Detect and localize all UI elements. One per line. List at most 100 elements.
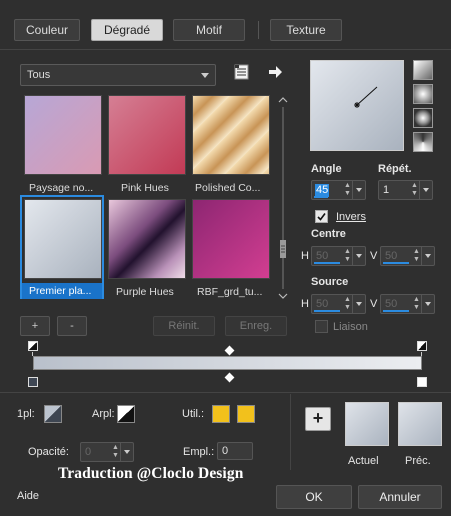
center-h-slider-fill (314, 262, 340, 264)
remove-gradient-button[interactable]: - (57, 316, 87, 336)
chevron-down-icon[interactable] (421, 295, 434, 313)
stop-tick (32, 352, 33, 356)
repeat-label: Répét. (378, 163, 412, 175)
source-label: Source (311, 276, 349, 288)
arrow-right-icon[interactable] (267, 64, 283, 80)
rectangular-style-icon[interactable] (413, 84, 433, 104)
linear-style-icon[interactable] (413, 60, 433, 80)
link-checkbox[interactable] (315, 320, 328, 333)
gradient-name: Premier pla... (22, 283, 102, 299)
location-label: Empl.: (183, 446, 215, 458)
cancel-button[interactable]: Annuler (358, 485, 442, 509)
user-color-swatch[interactable] (212, 405, 230, 423)
chevron-down-icon[interactable] (352, 247, 365, 265)
source-h-label: H (301, 298, 309, 310)
gradient-swatch[interactable] (192, 199, 270, 279)
gradient-dialog: Couleur Dégradé Motif Texture Tous Paysa… (0, 0, 451, 516)
previous-preview[interactable] (398, 402, 442, 446)
chevron-down-icon[interactable] (352, 181, 365, 199)
chevron-down-icon[interactable] (352, 295, 365, 313)
location-field[interactable]: 0 (217, 442, 253, 460)
color-stop-marker[interactable] (28, 377, 38, 387)
current-preview (345, 402, 389, 446)
fg-label: 1pl: (17, 408, 35, 420)
add-to-swatches-button[interactable]: + (305, 407, 331, 431)
tab-couleur[interactable]: Couleur (14, 19, 80, 41)
gradient-swatch[interactable] (24, 95, 102, 175)
repeat-field[interactable]: 1 ▲ ▼ (378, 180, 433, 200)
tab-motif[interactable]: Motif (173, 19, 245, 41)
color-midpoint-marker[interactable] (224, 372, 235, 383)
spin-arrows-icon[interactable]: ▲ ▼ (412, 248, 421, 264)
gradient-name: Pink Hues (121, 182, 169, 194)
chevron-down-icon[interactable] (421, 247, 434, 265)
tab-separator (258, 21, 259, 39)
radial-style-icon[interactable] (413, 108, 433, 128)
gradient-name: Purple Hues (116, 286, 174, 298)
background-stop-swatch[interactable] (117, 405, 135, 423)
spin-arrows-icon[interactable]: ▲ ▼ (410, 182, 419, 198)
spin-arrows-icon[interactable]: ▲ ▼ (111, 444, 120, 460)
gradient-swatch[interactable] (192, 95, 270, 175)
spin-arrows-icon[interactable]: ▲ ▼ (343, 248, 352, 264)
category-dropdown-value: Tous (27, 69, 51, 81)
opacity-field[interactable]: 0 ▲ ▼ (80, 442, 134, 462)
center-v-slider-fill (383, 262, 409, 264)
gradient-name: RBF_grd_tu... (197, 286, 263, 298)
source-v-label: V (370, 298, 378, 310)
center-h-label: H (301, 250, 309, 262)
header-divider (0, 49, 451, 50)
user-color-swatch[interactable] (237, 405, 255, 423)
chevron-down-icon (201, 73, 209, 78)
section-divider (0, 392, 451, 393)
opacity-midpoint-marker[interactable] (224, 345, 235, 356)
preview-divider (290, 394, 291, 470)
gradient-list-scrollbar[interactable] (278, 95, 288, 301)
angle-field[interactable]: 45 ▲ ▼ (311, 180, 366, 200)
gradient-editor-bar[interactable] (33, 356, 422, 370)
gradient-angle-preview[interactable] (310, 60, 404, 151)
gradient-swatch[interactable] (24, 199, 102, 279)
chevron-down-icon[interactable] (120, 443, 133, 461)
source-v-field[interactable]: 50 ▲ ▼ (380, 294, 435, 314)
link-label: Liaison (333, 321, 368, 333)
list-view-icon[interactable] (234, 64, 249, 80)
angle-slider-fill (314, 196, 328, 198)
spin-arrows-icon[interactable]: ▲ ▼ (412, 296, 421, 312)
center-h-field[interactable]: 50 ▲ ▼ (311, 246, 366, 266)
category-dropdown[interactable]: Tous (20, 64, 216, 86)
help-link[interactable]: Aide (17, 490, 39, 502)
sunburst-style-icon[interactable] (413, 132, 433, 152)
stop-tick (421, 352, 422, 356)
user-color-label: Util.: (182, 408, 204, 420)
ok-button[interactable]: OK (276, 485, 352, 509)
opacity-label: Opacité: (28, 446, 69, 458)
watermark-text: Traduction @Cloclo Design (58, 465, 244, 482)
angle-label: Angle (311, 163, 342, 175)
invert-label: Invers (336, 211, 366, 223)
invert-checkbox[interactable] (315, 210, 328, 223)
reset-button[interactable]: Réinit. (153, 316, 215, 336)
gradient-name: Paysage no... (29, 182, 94, 194)
save-button[interactable]: Enreg. (225, 316, 287, 336)
source-h-slider-fill (314, 310, 340, 312)
color-stop-marker[interactable] (417, 377, 427, 387)
source-h-field[interactable]: 50 ▲ ▼ (311, 294, 366, 314)
tab-degrade[interactable]: Dégradé (91, 19, 163, 41)
repeat-value: 1 (383, 184, 390, 196)
chevron-down-icon[interactable] (419, 181, 432, 199)
foreground-stop-swatch[interactable] (44, 405, 62, 423)
opacity-stop-marker[interactable] (417, 341, 427, 351)
opacity-value: 0 (85, 446, 92, 458)
gradient-swatch[interactable] (108, 95, 186, 175)
spin-arrows-icon[interactable]: ▲ ▼ (343, 182, 352, 198)
add-gradient-button[interactable]: + (20, 316, 50, 336)
center-v-field[interactable]: 50 ▲ ▼ (380, 246, 435, 266)
current-label: Actuel (348, 455, 379, 467)
spin-arrows-icon[interactable]: ▲ ▼ (343, 296, 352, 312)
gradient-swatch[interactable] (108, 199, 186, 279)
opacity-stop-marker[interactable] (28, 341, 38, 351)
center-v-label: V (370, 250, 378, 262)
tab-texture[interactable]: Texture (270, 19, 342, 41)
source-v-slider-fill (383, 310, 409, 312)
